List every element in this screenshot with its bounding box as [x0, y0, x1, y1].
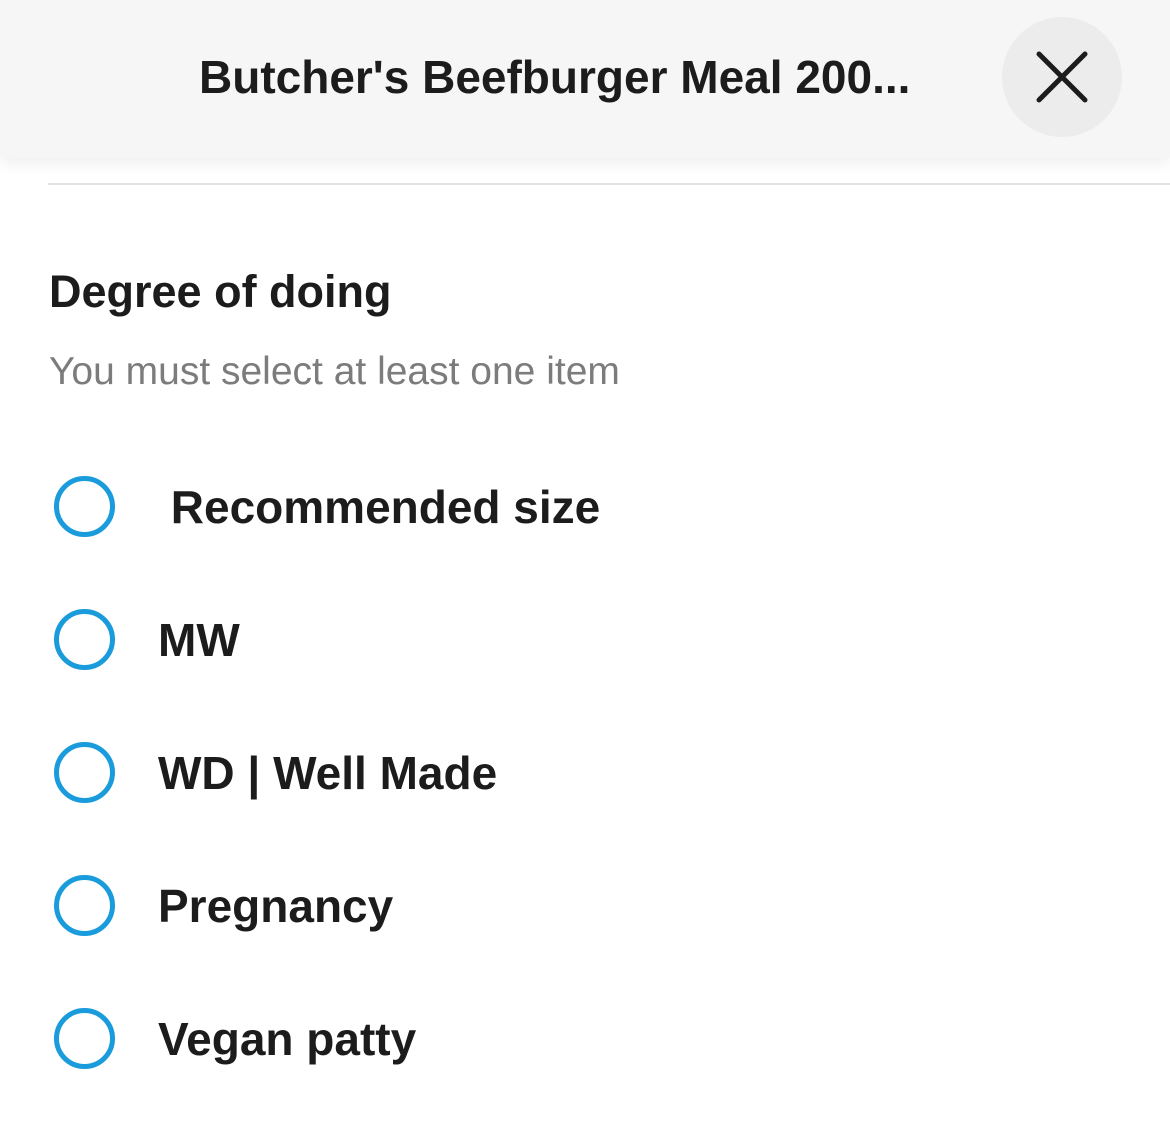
- section-title: Degree of doing: [49, 266, 392, 317]
- close-icon: [1036, 51, 1088, 103]
- option-recommended-size[interactable]: Recommended size: [0, 440, 1170, 573]
- radio-button[interactable]: [54, 1008, 115, 1069]
- close-button[interactable]: [1002, 17, 1122, 137]
- option-label: WD | Well Made: [158, 746, 498, 799]
- option-mw[interactable]: MW: [0, 573, 1170, 706]
- option-label: MW: [158, 613, 240, 666]
- option-label: Pregnancy: [158, 879, 394, 932]
- radio-button[interactable]: [54, 609, 115, 670]
- option-pregnancy[interactable]: Pregnancy: [0, 839, 1170, 972]
- options-list: Recommended size MW WD | Well Made Pregn…: [0, 440, 1170, 1105]
- option-wd-well-made[interactable]: WD | Well Made: [0, 706, 1170, 839]
- radio-button[interactable]: [54, 742, 115, 803]
- radio-button[interactable]: [54, 875, 115, 936]
- option-label: Vegan patty: [158, 1012, 417, 1065]
- header-divider: [48, 183, 1170, 185]
- option-vegan-patty[interactable]: Vegan patty: [0, 972, 1170, 1105]
- product-title: Butcher's Beefburger Meal 200...: [199, 51, 911, 103]
- section-subtitle: You must select at least one item: [49, 350, 620, 393]
- modal-header: Butcher's Beefburger Meal 200...: [0, 0, 1170, 158]
- option-label: Recommended size: [158, 480, 601, 533]
- radio-button[interactable]: [54, 476, 115, 537]
